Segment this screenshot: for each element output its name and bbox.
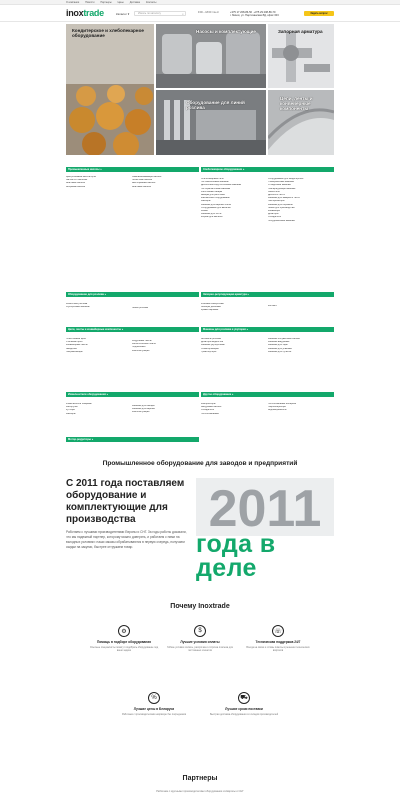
cat-header-bakery[interactable]: Хлебопекарное оборудование »: [201, 167, 334, 172]
cat-list-bakery-a: Хлебопекарные печи Тестомесильные машины…: [201, 178, 265, 220]
cat-list-valves-a: Клапаны поворотные Затворы дисковые Кран…: [201, 303, 265, 313]
cat-link[interactable]: Посудомоечные машины: [268, 220, 334, 223]
cat-link[interactable]: Транспортеры: [201, 351, 265, 354]
top-link-about[interactable]: О компании: [66, 1, 79, 4]
gear-icon: ⚙: [118, 625, 130, 637]
cat-header-bottling[interactable]: Оборудование для розлива »: [66, 292, 199, 297]
work-hours: 9:00 – 18:00 / пн-пт: [198, 11, 220, 14]
cat-header-chains[interactable]: Цепи, ленты и конвейерные компоненты »: [66, 327, 199, 332]
feature-title: Лучшие условия оплаты: [180, 640, 220, 644]
feature-prices: % Лучшие цены в Беларуси Работаем с прои…: [118, 692, 190, 716]
feature-payment: $ Лучшие условия оплаты Гибкие условия о…: [164, 625, 236, 653]
hero-tile-label: Кондитерское и хлебопекарное оборудовани…: [72, 28, 144, 38]
chevron-down-icon: ▾: [127, 12, 130, 16]
cat-link[interactable]: Формы для выпечки: [201, 216, 265, 219]
ask-question-button[interactable]: Задать вопрос: [304, 11, 334, 16]
top-link-contacts[interactable]: Контакты: [146, 1, 156, 4]
feature-desc: Быстрая доставка оборудования со складов…: [209, 713, 279, 716]
logo-text-accent: trade: [83, 8, 104, 18]
cat-link[interactable]: Фитинги: [268, 305, 334, 308]
feature-title: Помощь в подборе оборудования: [96, 640, 152, 644]
cat-link[interactable]: Винтовые насосы: [132, 186, 198, 189]
page-headline: Промышленное оборудование для заводов и …: [102, 460, 298, 467]
cat-link[interactable]: Направляющие: [66, 351, 130, 354]
confectionery-photo: [66, 24, 154, 155]
cat-link[interactable]: Краны шаровые: [201, 309, 265, 312]
cat-header-grinders[interactable]: Измельчители оборудования »: [66, 392, 199, 397]
site-header: inoxtrade Каталог ▾ Искать по каталогу ⌕…: [0, 5, 400, 22]
cat-list-valves-b: Фитинги: [268, 305, 334, 308]
cat-link[interactable]: Укупорочные машины: [66, 306, 130, 309]
cat-list-other-a: Компрессоры Вакуумные насосы Охладители …: [201, 403, 265, 416]
support-24-icon: ☏: [272, 625, 284, 637]
hero-tile-label: Насосы и комплектующие: [196, 29, 256, 34]
top-link-delivery[interactable]: Доставка: [130, 1, 140, 4]
cat-link[interactable]: Машины для бутылок: [268, 351, 334, 354]
cat-list-bottling-a: Моноблоки розлива Укупорочные машины: [66, 303, 130, 309]
feature-title: Техническая поддержка 24/7: [255, 640, 301, 644]
cat-list-grinders-b: Машины для овощей Машины для нарезки Ком…: [132, 405, 198, 415]
catalog-menu-button[interactable]: Каталог ▾: [116, 12, 129, 16]
since-heading: С 2011 года поставляем оборудование и ко…: [66, 478, 185, 525]
hero-tile-confectionery[interactable]: Кондитерское и хлебопекарное оборудовани…: [66, 24, 154, 155]
cat-header-filling[interactable]: Машины для розлива и укупорки »: [201, 327, 334, 332]
cat-list-bakery-b: Оборудование для кондитерской Глазировоч…: [268, 178, 334, 223]
cat-header-pumps[interactable]: Промышленные насосы »: [66, 167, 199, 172]
feature-delivery: ⛟ Лучшие сроки поставки Быстрая доставка…: [208, 692, 280, 716]
price-tag-icon: %: [148, 692, 160, 704]
cat-list-chains-b: Модульные ленты Металлические ленты Подш…: [132, 340, 198, 353]
hero-tile-label: Цепи, ленты и конвейерные компоненты: [280, 96, 313, 111]
feature-support: ☏ Техническая поддержка 24/7 Всегда на с…: [242, 625, 314, 653]
hero-tile-bottling[interactable]: Оборудование для линий розлива: [156, 90, 266, 155]
top-link-prices[interactable]: Цены: [118, 1, 124, 4]
search-icon[interactable]: ⌕: [182, 12, 186, 16]
hero-tile-label: Оборудование для линий розлива: [186, 100, 245, 110]
cat-list-filling-b: Машины полуавтоматические Машины вакуумн…: [268, 338, 334, 354]
cat-list-pumps-b: Самовсасывающие насосы Лопастные насосы …: [132, 176, 198, 189]
search-input[interactable]: Искать по каталогу: [134, 11, 186, 16]
feature-desc: Работаем с производителями напрямую без …: [121, 713, 187, 716]
feature-desc: Всегда на связи и готовы помочь в решени…: [246, 646, 310, 653]
hero-tile-pumps[interactable]: Насосы и комплектующие: [156, 24, 266, 88]
catalog-label: Каталог: [116, 12, 127, 16]
cat-link[interactable]: Линии розлива: [132, 307, 198, 310]
years-in-business: года в деле: [196, 530, 276, 582]
cat-header-other[interactable]: Другое оборудование »: [201, 392, 334, 397]
top-links: О компании Новости Партнеры Цены Доставк…: [66, 1, 156, 4]
page: О компании Новости Партнеры Цены Доставк…: [0, 0, 400, 800]
cat-link[interactable]: Теплообменники: [201, 413, 265, 416]
cat-list-bottling-b: Линии розлива: [132, 307, 198, 310]
hero-tile-label: Запорная арматура: [278, 29, 323, 34]
cat-list-pumps-a: Центробежные насосы ЦНВ Запчасти к насос…: [66, 176, 130, 189]
top-link-partners[interactable]: Партнеры: [100, 1, 111, 4]
cat-list-grinders-a: Измельчители пищевые Мясорубки Куттеры М…: [66, 403, 130, 416]
cat-list-other-b: Теплообменные аппараты Парогенераторы Во…: [268, 403, 334, 413]
hero-tile-chains[interactable]: Цепи, ленты и конвейерные компоненты: [268, 90, 334, 155]
cat-link[interactable]: Вихревые насосы: [66, 186, 130, 189]
about-paragraph: Работаем с лучшими производителями Европ…: [66, 530, 187, 549]
cat-header-valves[interactable]: Запорно-регулирующая арматура »: [201, 292, 334, 297]
hero-tile-valves[interactable]: Запорная арматура: [268, 24, 334, 88]
partners-subtitle: Работаем с крупными производителями обор…: [156, 790, 244, 793]
feature-help: ⚙ Помощь в подборе оборудования Опытные …: [88, 625, 160, 653]
why-title: Почему Inoxtrade: [170, 603, 230, 610]
logo-text-main: inox: [66, 8, 84, 18]
logo[interactable]: inoxtrade: [66, 8, 104, 18]
truck-icon: ⛟: [238, 692, 250, 704]
partners-title: Партнеры: [182, 775, 218, 782]
cat-link[interactable]: Водонагреватели: [268, 409, 334, 412]
cat-link[interactable]: Комплектующие: [132, 411, 198, 414]
feature-desc: Опытные специалисты помогут подобрать об…: [89, 646, 159, 653]
feature-title: Лучшие цены в Беларуси: [133, 707, 175, 711]
cat-list-chains-a: Пластиковые цепи Стальные цепи Конвейерн…: [66, 338, 130, 354]
cat-link[interactable]: Миксеры: [66, 413, 130, 416]
cat-link[interactable]: Комплектующие: [132, 350, 198, 353]
top-link-news[interactable]: Новости: [85, 1, 94, 4]
cat-header-motors[interactable]: Мотор-редукторы »: [66, 437, 199, 442]
feature-title: Лучшие сроки поставки: [225, 707, 263, 711]
feature-desc: Гибкие условия оплаты, рассрочка и отсро…: [167, 646, 233, 653]
wallet-icon: $: [194, 625, 206, 637]
cat-list-filling-a: Автоматы розлива Дозаторы жидкостей Маши…: [201, 338, 265, 354]
